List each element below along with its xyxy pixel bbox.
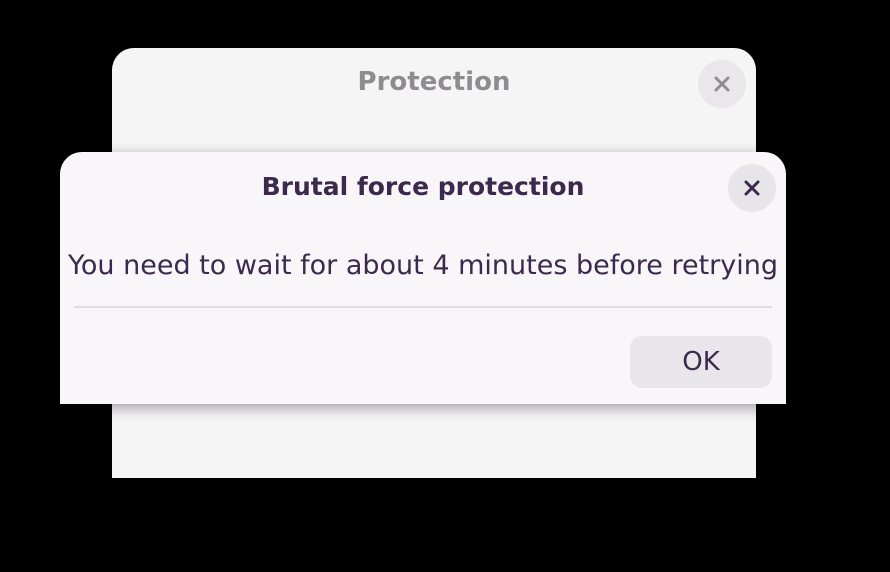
ok-button[interactable]: OK	[630, 336, 772, 388]
close-icon	[714, 76, 730, 92]
protection-window-close-button[interactable]	[698, 60, 746, 108]
dialog-message: You need to wait for about 4 minutes bef…	[67, 250, 778, 281]
brutal-force-dialog: Brutal force protection You need to wait…	[60, 152, 786, 404]
protection-window-title: Protection	[357, 67, 511, 97]
dialog-close-button[interactable]	[728, 164, 776, 212]
desktop-backdrop: Protection Brutal force protection You n…	[0, 0, 890, 572]
dialog-divider	[74, 306, 772, 308]
close-icon	[744, 180, 760, 196]
dialog-title: Brutal force protection	[261, 172, 585, 201]
